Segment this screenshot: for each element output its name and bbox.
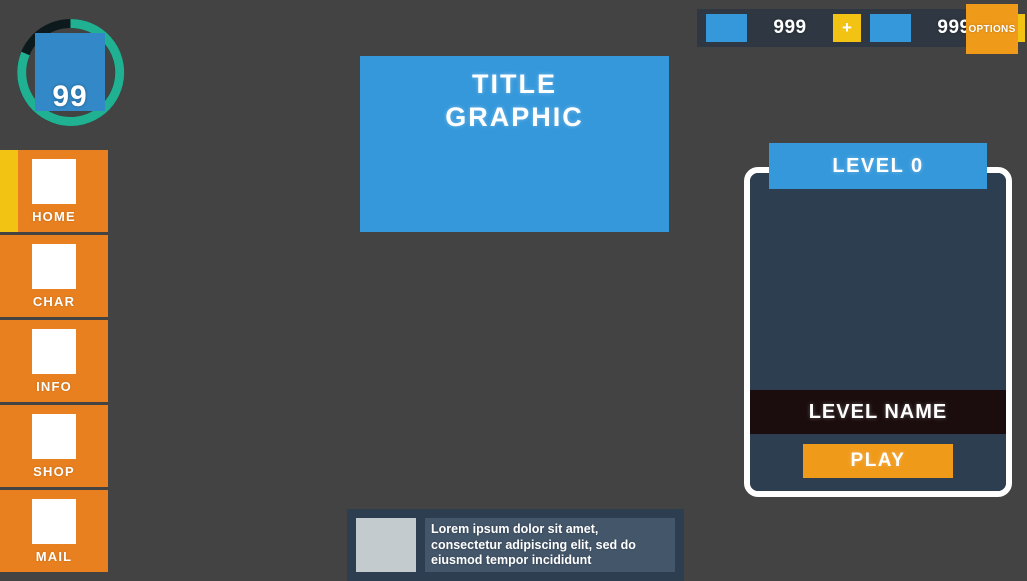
game-main-menu-screen: 99 HOME CHAR INFO SHOP MAIL TITLE GRAPHI… bbox=[0, 0, 1027, 581]
currency-soft-amount: 999 bbox=[773, 17, 807, 38]
level-name-band: LEVEL NAME bbox=[750, 390, 1006, 434]
info-icon bbox=[32, 328, 76, 374]
sidebar-navigation: HOME CHAR INFO SHOP MAIL bbox=[0, 150, 108, 575]
currency-soft-icon bbox=[706, 14, 747, 42]
sidebar-item-home[interactable]: HOME bbox=[0, 150, 108, 235]
options-button[interactable]: OPTIONS bbox=[966, 4, 1018, 54]
level-name-label: LEVEL NAME bbox=[808, 400, 948, 423]
sidebar-item-label: CHAR bbox=[32, 293, 76, 309]
character-icon bbox=[32, 243, 76, 289]
sidebar-item-label: INFO bbox=[36, 378, 72, 394]
currency-hard-icon bbox=[870, 14, 911, 42]
title-graphic-line-1: TITLE bbox=[472, 69, 557, 99]
active-indicator-strip bbox=[0, 150, 18, 232]
avatar-widget[interactable]: 99 bbox=[12, 14, 129, 131]
level-header[interactable]: LEVEL 0 bbox=[769, 143, 987, 189]
currency-bar: 999 + 999 + bbox=[697, 9, 1025, 47]
mail-icon bbox=[32, 498, 76, 544]
title-graphic: TITLE GRAPHIC bbox=[360, 56, 669, 232]
play-button[interactable]: PLAY bbox=[803, 444, 953, 478]
shop-icon bbox=[32, 413, 76, 459]
sidebar-item-char[interactable]: CHAR bbox=[0, 235, 108, 320]
notification-text: Lorem ipsum dolor sit amet, consectetur … bbox=[425, 518, 675, 572]
sidebar-item-info[interactable]: INFO bbox=[0, 320, 108, 405]
level-header-label: LEVEL 0 bbox=[832, 154, 924, 177]
notification-thumbnail-icon bbox=[356, 518, 416, 572]
notification-card[interactable]: Lorem ipsum dolor sit amet, consectetur … bbox=[347, 509, 684, 581]
sidebar-item-label: HOME bbox=[32, 208, 76, 224]
avatar-level-value: 99 bbox=[52, 80, 88, 113]
play-button-label: PLAY bbox=[850, 450, 906, 471]
sidebar-item-shop[interactable]: SHOP bbox=[0, 405, 108, 490]
currency-soft-add-button[interactable]: + bbox=[833, 14, 861, 42]
sidebar-item-label: SHOP bbox=[33, 463, 75, 479]
home-icon bbox=[32, 158, 76, 204]
title-graphic-line-2: GRAPHIC bbox=[445, 102, 584, 132]
sidebar-item-mail[interactable]: MAIL bbox=[0, 490, 108, 575]
currency-group-soft: 999 + bbox=[697, 9, 861, 47]
level-panel: LEVEL NAME PLAY LEVEL 0 bbox=[744, 143, 1012, 497]
level-panel-frame: LEVEL NAME PLAY bbox=[744, 167, 1012, 497]
sidebar-item-label: MAIL bbox=[35, 548, 73, 564]
